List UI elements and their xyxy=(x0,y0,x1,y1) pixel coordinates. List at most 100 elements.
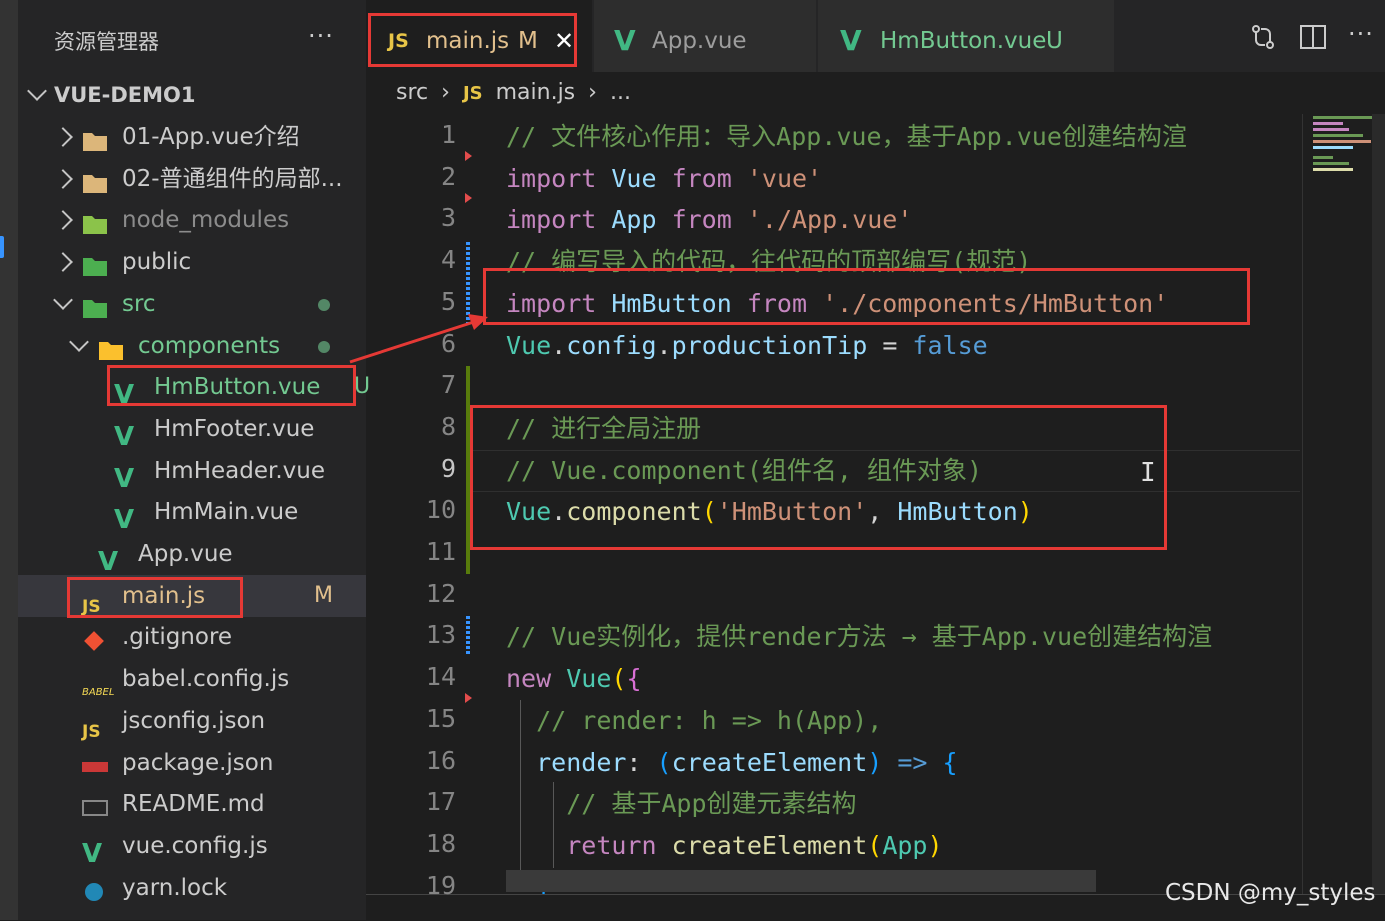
code-line: // 基于App创建元素结构 xyxy=(506,783,857,825)
babel-icon: BABEL xyxy=(82,687,115,699)
tree-item-jsconfig-json[interactable]: JS jsconfig.json xyxy=(18,700,366,742)
vue-file-icon: V xyxy=(98,547,119,577)
code-line: render: (createElement) => { xyxy=(506,742,958,784)
tab-label: HmButton.vue xyxy=(880,28,1047,54)
tree-item-components[interactable]: components xyxy=(18,325,366,367)
git-change-dot xyxy=(318,298,330,311)
line-number: 4 xyxy=(440,245,456,275)
code-token: import xyxy=(506,205,612,235)
chevron-right-icon xyxy=(53,210,73,231)
split-editor-icon[interactable] xyxy=(1298,22,1328,58)
code-token: ( xyxy=(611,664,627,694)
tree-item-hmfooter-vue[interactable]: V HmFooter.vue xyxy=(18,408,366,450)
tree-item-label: node_modules xyxy=(122,207,290,234)
line-number: 2 xyxy=(440,161,456,191)
code-token: // 基于App创建元素结构 xyxy=(566,789,857,819)
fold-arrow-icon[interactable] xyxy=(465,151,472,161)
breadcrumb-symbol[interactable]: ... xyxy=(610,80,631,105)
tree-item-public[interactable]: public xyxy=(18,241,366,283)
tree-item-babel-config-js[interactable]: BABEL babel.config.js xyxy=(18,658,366,700)
line-number: 3 xyxy=(440,203,456,233)
project-root[interactable]: VUE-DEMO1 xyxy=(18,74,366,116)
tree-item-label: vue.config.js xyxy=(122,832,268,859)
breadcrumb-src[interactable]: src xyxy=(396,80,428,105)
tree-item-vue-config-js[interactable]: Vvue.config.js xyxy=(18,825,366,867)
more-actions-icon[interactable]: ··· xyxy=(1348,20,1374,48)
tree-item-app-vue[interactable]: V App.vue xyxy=(18,533,366,575)
git-icon xyxy=(82,625,108,652)
annotation-box-mainjs xyxy=(67,577,243,618)
tree-item-02[interactable]: 02-普通组件的局部... xyxy=(18,158,366,200)
code-token: // 文件核心作用：导入App.vue，基于App.vue创建结构渲 xyxy=(506,122,1187,151)
code-token: config xyxy=(566,330,657,360)
tab-label: App.vue xyxy=(652,28,747,54)
vertical-scrollbar[interactable] xyxy=(1372,114,1385,894)
tree-item-readme-md[interactable]: README.md xyxy=(18,783,366,825)
markdown-icon xyxy=(82,792,108,817)
code-line: // 文件核心作用：导入App.vue，基于App.vue创建结构渲 xyxy=(506,116,1187,158)
tree-item-src[interactable]: src xyxy=(18,283,366,325)
breadcrumb: src › JS main.js › ... xyxy=(396,80,637,105)
chevron-right-icon: › xyxy=(441,80,450,105)
tab-badge: U xyxy=(1046,28,1063,54)
code-token: . xyxy=(656,330,672,360)
code-token: Vue xyxy=(566,664,612,694)
git-change-dot xyxy=(318,340,330,353)
chevron-right-icon: › xyxy=(588,80,597,105)
chevron-right-icon xyxy=(53,252,73,272)
breadcrumb-file[interactable]: main.js xyxy=(496,80,576,105)
line-number: 13 xyxy=(425,620,456,650)
yarn-icon xyxy=(82,876,108,901)
line-number: 19 xyxy=(425,870,456,900)
tree-item-label: babel.config.js xyxy=(122,666,290,693)
code-line: // render: h => h(App), xyxy=(506,700,882,742)
watermark: CSDN @my_styles xyxy=(1165,880,1376,906)
code-line: import Vue from 'vue' xyxy=(506,158,822,200)
tree-item-hmheader-vue[interactable]: V HmHeader.vue xyxy=(18,450,366,492)
fold-arrow-icon[interactable] xyxy=(465,693,472,703)
vue-file-icon: V xyxy=(114,505,135,536)
more-actions-icon[interactable]: ··· xyxy=(308,22,334,50)
line-number: 17 xyxy=(425,787,456,817)
chevron-down-icon xyxy=(69,331,89,352)
code-token: // render: h => h(App), xyxy=(536,705,883,735)
line-number: 7 xyxy=(440,370,456,400)
tree-item-yarn-lock[interactable]: yarn.lock xyxy=(18,867,366,909)
code-line: return createElement(App) xyxy=(506,825,942,867)
line-number: 16 xyxy=(425,745,456,775)
tab-app-vue[interactable]: V App.vue xyxy=(594,0,816,72)
tree-item-label: jsconfig.json xyxy=(122,707,266,734)
chevron-down-icon xyxy=(27,81,47,101)
tab-hmbutton-vue[interactable]: V HmButton.vue U xyxy=(818,0,1114,72)
code-line: new Vue({ xyxy=(506,658,642,700)
code-token: Vue xyxy=(611,163,672,193)
tree-item-label: README.md xyxy=(122,791,265,818)
jsconfig-icon: JS xyxy=(82,721,101,742)
tree-item-label: public xyxy=(122,249,192,276)
tree-item-hmmain-vue[interactable]: V HmMain.vue xyxy=(18,491,366,533)
code-token: = xyxy=(867,330,913,360)
chevron-down-icon xyxy=(53,289,73,310)
tree-item-package-json[interactable]: package.json xyxy=(18,742,366,784)
tree-item-label: HmHeader.vue xyxy=(154,457,325,484)
tree-item-01-app-vue[interactable]: 01-App.vue介绍 xyxy=(18,116,366,158)
compare-changes-icon[interactable] xyxy=(1248,22,1278,58)
chevron-right-icon xyxy=(53,168,73,189)
tree-item-node-modules[interactable]: node_modules xyxy=(18,199,366,241)
tree-item-label: package.json xyxy=(122,749,274,776)
tree-item-gitignore[interactable]: .gitignore xyxy=(18,616,366,658)
annotation-box-register xyxy=(470,405,1167,550)
vue-file-icon: V xyxy=(114,421,135,452)
fold-arrow-icon[interactable] xyxy=(465,193,472,203)
vue-config-icon: V xyxy=(82,838,103,869)
line-number: 11 xyxy=(425,537,456,566)
tree-item-label: yarn.lock xyxy=(122,874,228,901)
line-number: 15 xyxy=(425,703,456,733)
horizontal-scrollbar[interactable] xyxy=(506,870,1096,892)
src-folder-icon xyxy=(82,292,108,318)
vue-file-icon: V xyxy=(614,24,636,57)
line-number: 12 xyxy=(425,578,456,608)
code-token: './App.vue' xyxy=(746,205,913,235)
